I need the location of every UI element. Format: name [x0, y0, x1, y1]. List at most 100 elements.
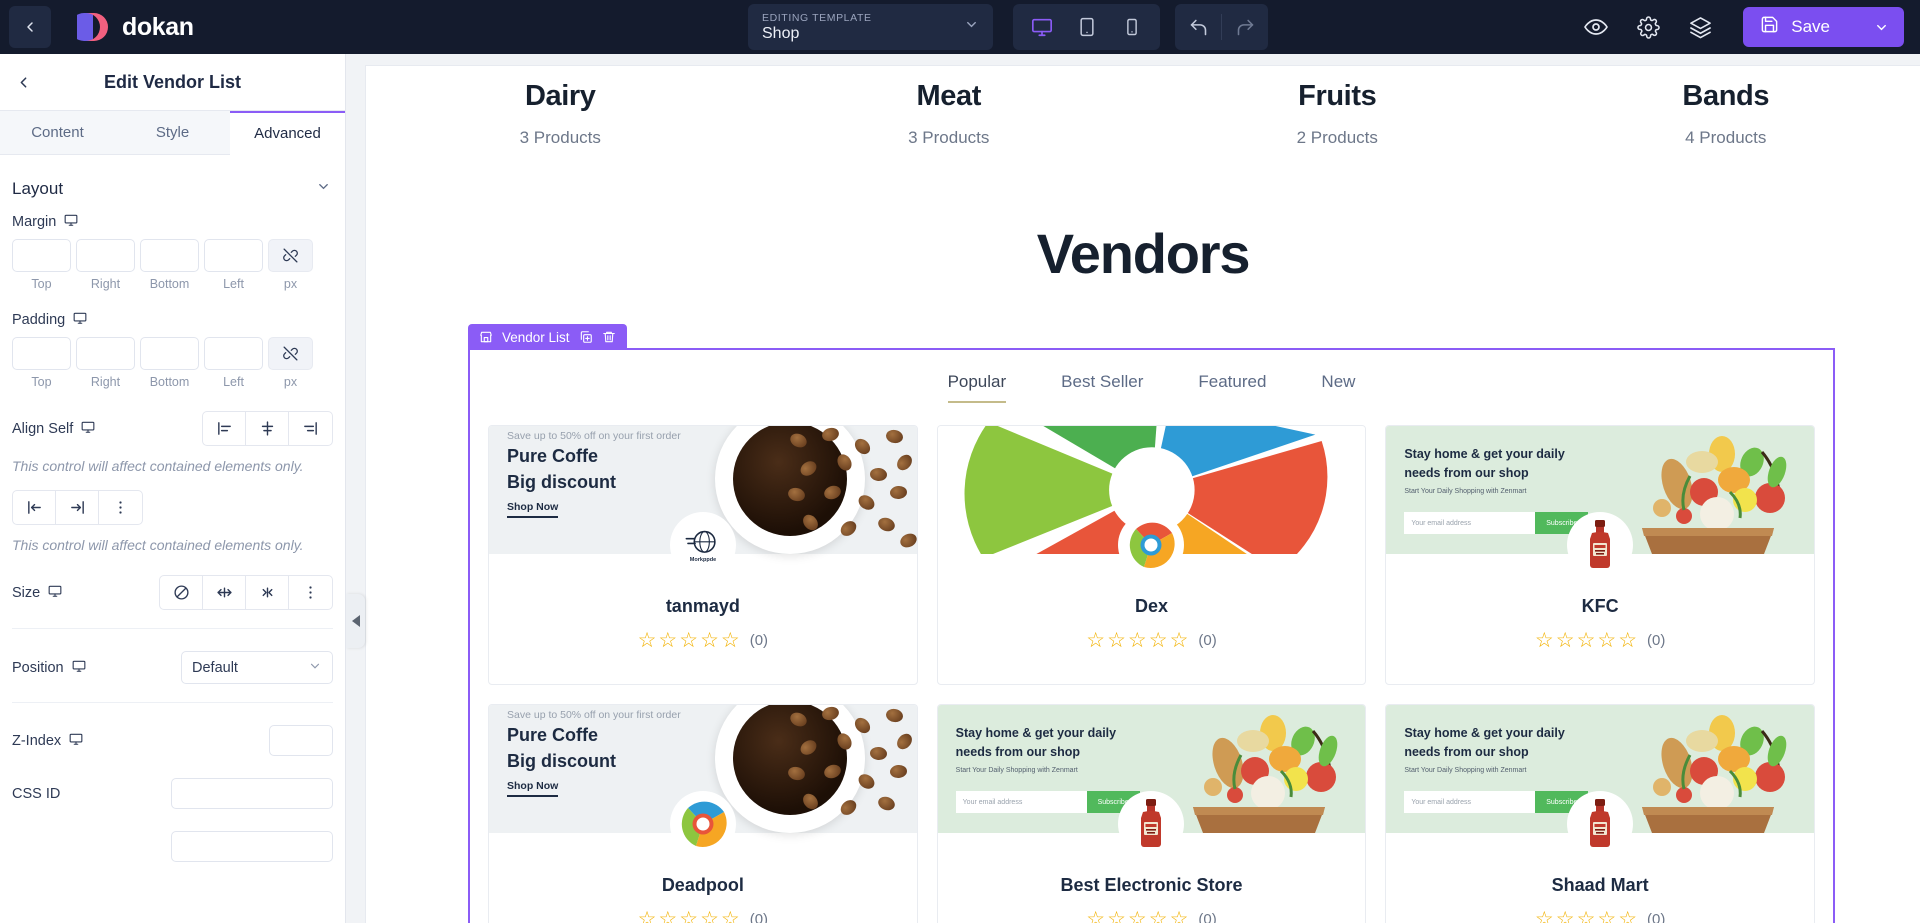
size-shrink-button[interactable] — [246, 576, 289, 609]
padding-left-input[interactable] — [204, 337, 263, 370]
vendor-tab-featured[interactable]: Featured — [1198, 372, 1266, 403]
zindex-input[interactable] — [269, 725, 333, 756]
layers-button[interactable] — [1687, 14, 1713, 40]
preview-button[interactable] — [1583, 14, 1609, 40]
duplicate-icon[interactable] — [579, 330, 593, 344]
tab-style[interactable]: Style — [115, 111, 230, 155]
vendor-rating-count: (0) — [1198, 632, 1217, 649]
cssid-row: CSS ID — [12, 778, 333, 809]
tab-advanced[interactable]: Advanced — [230, 111, 345, 155]
vendor-name[interactable]: Dex — [938, 596, 1366, 617]
size-more-button[interactable] — [289, 576, 332, 609]
monitor-icon[interactable] — [81, 420, 95, 438]
order-last-button[interactable] — [56, 491, 99, 524]
vendor-name[interactable]: Best Electronic Store — [938, 875, 1366, 896]
email-field[interactable]: Your email address — [1404, 512, 1536, 534]
vendor-card[interactable]: Stay home & get your daily needs from ou… — [1385, 425, 1815, 685]
vendor-card[interactable]: Stay home & get your daily needs from ou… — [1385, 704, 1815, 923]
banner-subtext: Start Your Daily Shopping with Zenmart — [1404, 766, 1527, 774]
cssid-input[interactable] — [171, 778, 333, 809]
email-field[interactable]: Your email address — [955, 791, 1087, 813]
monitor-icon[interactable] — [73, 311, 87, 329]
vendor-card[interactable]: Save up to 50% off on your first order P… — [488, 425, 918, 685]
padding-link-button[interactable] — [268, 337, 313, 370]
cssid-label-row: CSS ID — [12, 786, 60, 802]
align-end-button[interactable] — [289, 412, 332, 445]
order-first-button[interactable] — [13, 491, 56, 524]
chevron-left-icon — [27, 22, 33, 32]
monitor-icon[interactable] — [72, 659, 86, 677]
margin-right-input[interactable] — [76, 239, 135, 272]
brand-logo[interactable]: dokan — [70, 10, 194, 44]
padding-bottom-input[interactable] — [140, 337, 199, 370]
vendor-rating-count: (0) — [749, 911, 769, 923]
margin-link-button[interactable] — [268, 239, 313, 272]
vendor-name[interactable]: Shaad Mart — [1386, 875, 1814, 896]
vendor-name[interactable]: KFC — [1386, 596, 1814, 617]
panel-back-button[interactable] — [12, 71, 34, 93]
redo-button[interactable] — [1222, 4, 1268, 50]
vendor-name[interactable]: tanmayd — [489, 596, 917, 617]
css-classes-input[interactable] — [171, 831, 333, 862]
size-grow-button[interactable] — [203, 576, 246, 609]
device-mobile-button[interactable] — [1112, 10, 1152, 44]
banner-promo: Save up to 50% off on your first order — [507, 709, 681, 721]
category-item[interactable]: Fruits 2 Products — [1143, 80, 1532, 148]
category-item[interactable]: Dairy 3 Products — [366, 80, 755, 148]
device-tablet-button[interactable] — [1067, 10, 1107, 44]
margin-left-input[interactable] — [204, 239, 263, 272]
back-button[interactable] — [9, 6, 51, 48]
order-more-button[interactable] — [99, 491, 142, 524]
panel-collapse-handle[interactable] — [346, 594, 365, 648]
category-count: 2 Products — [1296, 128, 1378, 147]
vendor-card[interactable]: Save up to 50% off on your first order P… — [488, 704, 918, 923]
top-right-tools: Save — [1583, 0, 1904, 54]
star-icon: ☆ — [1576, 629, 1596, 652]
eye-icon — [1584, 19, 1609, 35]
monitor-icon[interactable] — [48, 584, 62, 602]
vendor-tab-popular[interactable]: Popular — [947, 372, 1007, 403]
align-start-button[interactable] — [203, 412, 246, 445]
save-dropdown-button[interactable] — [1860, 7, 1902, 47]
save-button[interactable]: Save — [1743, 7, 1904, 47]
vendor-card[interactable]: Dex ☆ ☆ ☆ ☆ ☆ (0) — [936, 425, 1367, 685]
panel-header: Edit Vendor List — [0, 54, 345, 111]
floppy-disk-icon — [1760, 15, 1779, 39]
store-icon — [479, 330, 493, 344]
tab-content[interactable]: Content — [0, 111, 115, 155]
vendor-name[interactable]: Deadpool — [489, 875, 917, 896]
section-layout-header[interactable]: Layout — [12, 155, 333, 213]
position-label: Position — [12, 659, 64, 676]
device-desktop-button[interactable] — [1022, 10, 1062, 44]
banner-cta[interactable]: Shop Now — [507, 501, 559, 518]
star-icon: ☆ — [1169, 908, 1189, 923]
category-item[interactable]: Meat 3 Products — [755, 80, 1144, 148]
coffee-beans-image — [782, 705, 917, 833]
template-selector[interactable]: EDITING TEMPLATE Shop — [748, 4, 993, 50]
vendor-tab-new[interactable]: New — [1321, 372, 1355, 403]
banner-line2: needs from our shop — [955, 744, 1080, 759]
padding-top-input[interactable] — [12, 337, 71, 370]
category-count: 4 Products — [1685, 128, 1767, 147]
size-none-button[interactable] — [160, 576, 203, 609]
margin-bottom-input[interactable] — [140, 239, 199, 272]
margin-top-input[interactable] — [12, 239, 71, 272]
align-center-button[interactable] — [246, 412, 289, 445]
category-item[interactable]: Bands 4 Products — [1532, 80, 1920, 148]
undo-button[interactable] — [1175, 4, 1221, 50]
padding-right-input[interactable] — [76, 337, 135, 370]
vendor-list-widget[interactable]: Vendor List Popular Best Seller Featured… — [468, 324, 1835, 923]
trash-icon[interactable] — [602, 330, 616, 344]
vendor-card[interactable]: Stay home & get your daily needs from ou… — [936, 704, 1367, 923]
globe-logo-icon: Morkppde — [685, 530, 716, 563]
monitor-icon[interactable] — [64, 213, 78, 231]
email-field[interactable]: Your email address — [1404, 791, 1536, 813]
banner-cta[interactable]: Shop Now — [507, 780, 559, 797]
divider — [12, 628, 333, 629]
settings-button[interactable] — [1635, 14, 1661, 40]
monitor-icon[interactable] — [69, 732, 83, 750]
vendor-tab-best-seller[interactable]: Best Seller — [1061, 372, 1143, 403]
position-select[interactable]: Default — [181, 651, 333, 684]
cssid-label: CSS ID — [12, 785, 61, 802]
page-preview: Dairy 3 Products Meat 3 Products Fruits … — [366, 66, 1920, 923]
